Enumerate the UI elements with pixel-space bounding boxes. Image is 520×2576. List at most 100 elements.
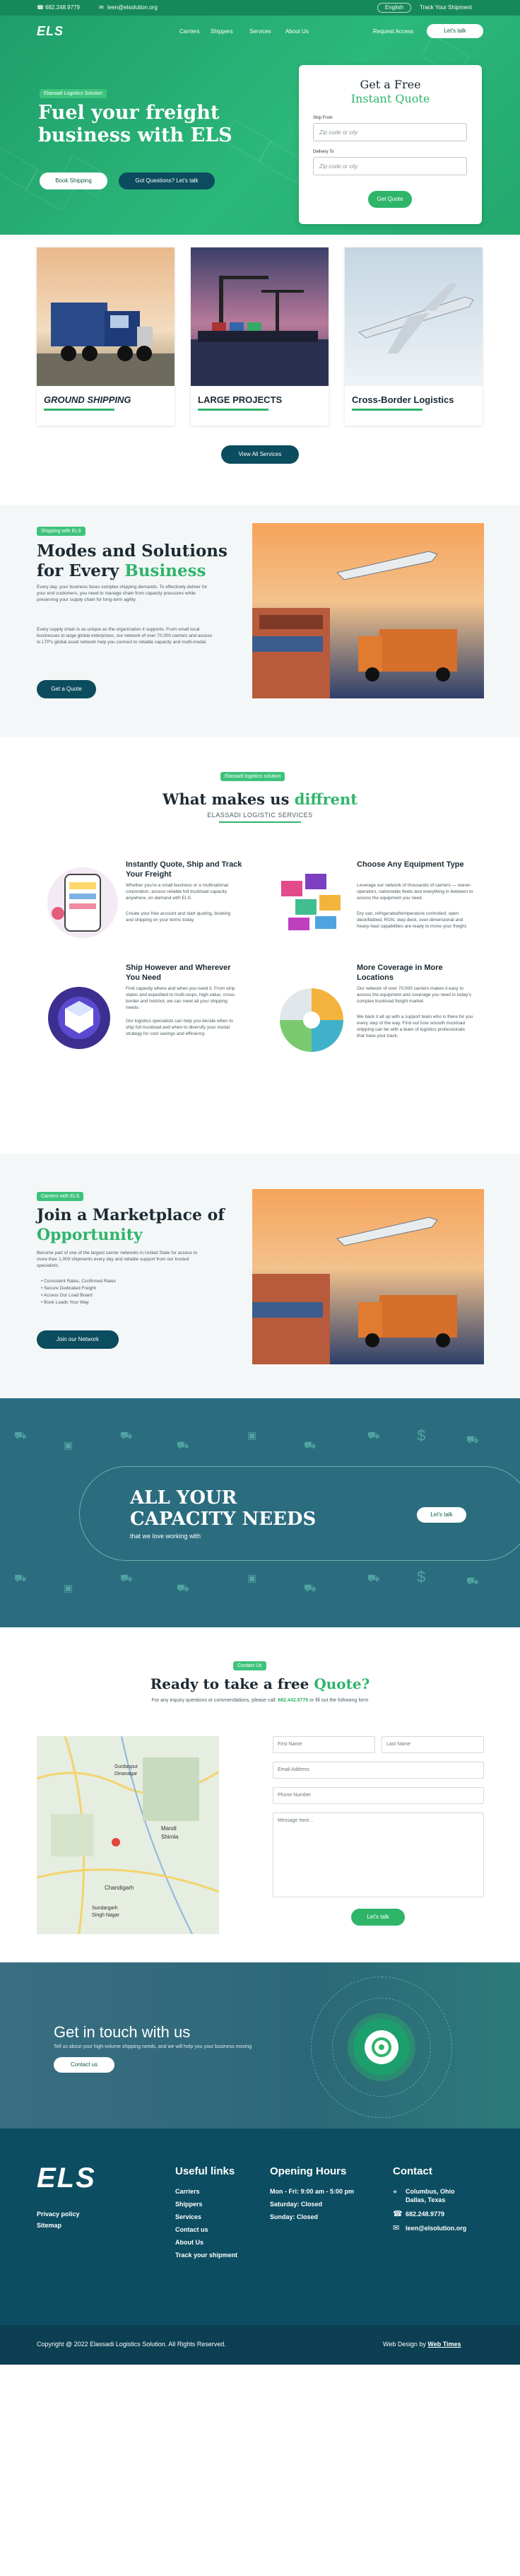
join-network-button[interactable]: Join our Network (37, 1330, 119, 1349)
get-quote-button[interactable]: Get Quote (368, 191, 412, 208)
language-select[interactable]: English (377, 3, 411, 13)
nav-shippers[interactable]: Shippers (211, 28, 233, 35)
modes-paragraph-1: Every day, your business faces complex s… (37, 585, 208, 602)
contact-title: Ready to take a free Quote? (0, 1675, 520, 1692)
why-badge: Elassadi logistics solution (220, 772, 285, 781)
service-card-projects[interactable]: LARGE PROJECTS (191, 247, 329, 426)
hero-badge: Elassadi Logistics Solution (40, 89, 107, 98)
why-title: What makes us diffrent (0, 790, 520, 808)
map-label: Sundargarh (92, 1906, 118, 1911)
nav-carriers[interactable]: Carriers (179, 28, 199, 35)
message-textarea[interactable]: Message here... (273, 1813, 484, 1897)
feature-4-text-2: We back it all up with a support team wh… (357, 1014, 473, 1038)
marketplace-title-line1: Join a Marketplace of (37, 1206, 225, 1224)
map-label: Mandi (161, 1825, 177, 1832)
feature-2-text-2: Dry van, refrigerated/temperature contro… (357, 911, 468, 929)
feature-1-text-2: Create your free account and start quoti… (126, 911, 231, 923)
hours-line: Sunday: Closed (270, 2213, 319, 2220)
capacity-title-line1: ALL YOUR (130, 1487, 237, 1509)
get-in-touch-section: Get in touch with us Tell us about your … (0, 1962, 520, 2129)
dollar-icon: $ (417, 1427, 426, 1444)
contact-intro: For any inquiry questions or commendatio… (0, 1698, 520, 1703)
web-design-credit: Web Design by Web Times (383, 2341, 461, 2348)
marketplace-bullet: • Consistent Rates, Confirmed Rates (41, 1279, 116, 1284)
phone-input[interactable]: Phone Number (273, 1787, 484, 1804)
nav-about[interactable]: About Us (285, 28, 309, 35)
footer-link-contact[interactable]: Contact us (175, 2226, 208, 2233)
service-card-ground[interactable]: GROUND SHIPPING (37, 247, 175, 426)
track-shipment-link[interactable]: Track Your Shipment (420, 4, 472, 11)
location-map[interactable]: Gurdaspur Dinanagar Mandi Shimla Chandig… (37, 1736, 219, 1934)
modes-quote-button[interactable]: Get a Quote (37, 680, 96, 698)
map-label: Gurdaspur (114, 1764, 138, 1769)
contact-intro-text: For any inquiry questions or commendatio… (151, 1698, 278, 1703)
book-shipping-button[interactable]: Book Shipping (40, 172, 107, 189)
capacity-banner: ⛟ ▣ ⛟ ⛟ ▣ ⛟ ⛟ $ ⛟ ⛟ ▣ ⛟ ⛟ ▣ ⛟ ⛟ $ ⛟ ALL … (0, 1398, 520, 1627)
box-icon: ▣ (64, 1582, 73, 1593)
marketplace-bullet: • Secure Dedicated Freight (41, 1286, 96, 1291)
hero-section: ELS Carriers Shippers Services About Us … (0, 16, 520, 235)
sitemap-link[interactable]: Sitemap (37, 2222, 61, 2229)
address-line: Columbus, Ohio (406, 2188, 455, 2195)
footer-logo[interactable]: ELS (37, 2162, 96, 2194)
feature-4-title: More Coverage in More Locations (357, 964, 443, 982)
truck-icon: ⛟ (304, 1439, 317, 1451)
questions-button[interactable]: Got Questions? Let's talk (119, 172, 215, 189)
marketplace-image (252, 1189, 484, 1364)
get-in-touch-title: Get in touch with us (54, 2023, 191, 2041)
truck-icon: ⛟ (367, 1572, 380, 1583)
site-footer: ELS Privacy policy Sitemap Useful links … (0, 2129, 520, 2325)
delivery-to-input[interactable]: Zip code or city (313, 157, 467, 175)
truck-icon: ⛟ (466, 1575, 479, 1586)
ship-from-input[interactable]: Zip code or city (313, 123, 467, 141)
footer-phone[interactable]: 682.248.9779 (406, 2211, 444, 2218)
support-icon (365, 2030, 398, 2064)
truck-icon: ⛟ (466, 1434, 479, 1445)
box-icon: ▣ (247, 1572, 257, 1583)
last-name-input[interactable]: Last Name (382, 1736, 484, 1753)
truck-icon: ⛟ (304, 1582, 317, 1593)
cube-illustration (44, 983, 114, 1053)
address-line: Dallas, Texas (406, 2196, 446, 2203)
top-contact-bar: ☎ 682.248.9779 ✉ leen@elsolution.org Eng… (0, 0, 520, 16)
footer-link-services[interactable]: Services (175, 2213, 201, 2220)
request-access-link[interactable]: Request Access (373, 28, 413, 35)
contact-submit-button[interactable]: Let's talk (351, 1909, 405, 1926)
footer-link-carriers[interactable]: Carriers (175, 2188, 200, 2195)
phone-icon: ☎ (393, 2210, 403, 2218)
modes-paragraph-2: Every supply chain is as unique as the o… (37, 627, 213, 645)
get-in-touch-text: Tell us about your high-volume shipping … (54, 2044, 252, 2049)
contact-phone-link[interactable]: 682.442.9779 (278, 1698, 308, 1703)
nav-services[interactable]: Services (249, 28, 271, 35)
contact-intro-text: or fill out the following form (308, 1698, 369, 1703)
why-title-highlight: diffrent (294, 790, 358, 808)
top-email[interactable]: leen@elsolution.org (107, 4, 158, 11)
footer-email[interactable]: leen@elsolution.org (406, 2225, 466, 2232)
contact-title: Contact (393, 2165, 432, 2177)
hero-title: Fuel your freight business with ELS (38, 102, 232, 146)
capacity-talk-button[interactable]: Let's talk (417, 1507, 466, 1523)
email-input[interactable]: Email Address (273, 1762, 484, 1779)
service-card-crossborder[interactable]: Cross-Border Logistics (345, 247, 483, 426)
map-label: Chandigarh (105, 1885, 134, 1891)
footer-link-shippers[interactable]: Shippers (175, 2201, 203, 2208)
contact-title-highlight: Quote? (314, 1675, 370, 1692)
feature-2-text: Leverage our network of thousands of car… (357, 883, 473, 901)
modes-title-highlight: Business (124, 561, 206, 580)
nav-talk-button[interactable]: Let's talk (427, 24, 483, 38)
delivery-to-label: Delivery To (313, 150, 334, 154)
top-phone[interactable]: 682.248.9779 (45, 4, 80, 11)
why-title-prefix: What makes us (162, 790, 295, 808)
site-logo[interactable]: ELS (37, 24, 64, 39)
first-name-input[interactable]: First Name (273, 1736, 375, 1753)
footer-link-track[interactable]: Track your shipment (175, 2252, 237, 2259)
contact-us-button[interactable]: Contact us (54, 2057, 114, 2073)
truck-icon: ⛟ (14, 1429, 27, 1441)
privacy-link[interactable]: Privacy policy (37, 2211, 80, 2218)
contact-title-prefix: Ready to take a free (150, 1675, 314, 1692)
view-all-services-button[interactable]: View All Services (221, 445, 299, 464)
modes-badge: Shipping with ELS (37, 527, 85, 536)
footer-link-about[interactable]: About Us (175, 2239, 203, 2246)
useful-links-title: Useful links (175, 2165, 235, 2177)
web-times-link[interactable]: Web Times (427, 2341, 461, 2348)
